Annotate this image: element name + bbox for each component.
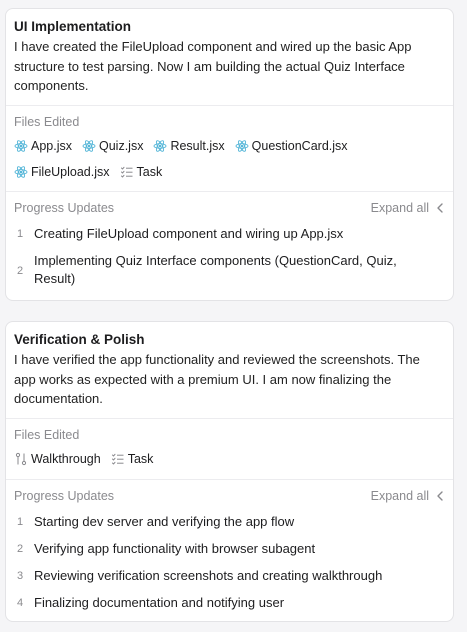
progress-steps: 1 Creating FileUpload component and wiri… <box>14 220 445 292</box>
progress-header: Progress Updates Expand all <box>14 488 445 504</box>
progress-updates-section: Progress Updates Expand all 1 Starting d… <box>6 479 453 616</box>
task-card-ui-implementation: UI Implementation I have created the Fil… <box>5 8 454 301</box>
file-name: Walkthrough <box>31 452 101 466</box>
file-chip-result-jsx[interactable]: Result.jsx <box>153 137 225 155</box>
file-chip-walkthrough[interactable]: Walkthrough <box>14 450 101 468</box>
file-chip-task[interactable]: Task <box>120 163 163 181</box>
chevron-left-icon <box>435 202 445 214</box>
card-description: I have created the FileUpload component … <box>14 39 412 93</box>
progress-steps: 1 Starting dev server and verifying the … <box>14 508 445 616</box>
file-chip-app-jsx[interactable]: App.jsx <box>14 137 72 155</box>
progress-step: 4 Finalizing documentation and notifying… <box>14 589 445 616</box>
progress-step: 2 Implementing Quiz Interface components… <box>14 247 445 292</box>
progress-header: Progress Updates Expand all <box>14 200 445 216</box>
files-edited-section: Files Edited Walkthrough Task <box>6 418 453 479</box>
step-text: Verifying app functionality with browser… <box>34 540 316 556</box>
expand-all-label: Expand all <box>370 489 429 503</box>
card-title: Verification & Polish <box>14 332 145 347</box>
expand-all-button[interactable]: Expand all <box>371 201 445 215</box>
step-number: 3 <box>17 569 24 582</box>
file-chip-questioncard-jsx[interactable]: QuestionCard.jsx <box>235 137 348 155</box>
card-title: UI Implementation <box>14 19 132 34</box>
file-name: Result.jsx <box>170 139 225 153</box>
file-list: Walkthrough Task <box>14 450 445 476</box>
progress-step: 2 Verifying app functionality with brows… <box>14 535 445 562</box>
chevron-left-icon <box>435 490 445 502</box>
file-name: App.jsx <box>31 139 72 153</box>
step-number: 2 <box>17 542 24 555</box>
step-number: 2 <box>17 264 24 277</box>
card-header: UI Implementation I have created the Fil… <box>6 9 453 105</box>
react-icon <box>14 139 28 153</box>
checklist-icon <box>111 452 125 466</box>
files-edited-label: Files Edited <box>14 428 80 442</box>
step-number: 1 <box>17 515 24 528</box>
file-chip-task[interactable]: Task <box>111 450 154 468</box>
files-edited-label: Files Edited <box>14 115 80 129</box>
file-name: Quiz.jsx <box>99 139 144 153</box>
checklist-icon <box>120 165 134 179</box>
file-chip-quiz-jsx[interactable]: Quiz.jsx <box>82 137 143 155</box>
step-text: Starting dev server and verifying the ap… <box>34 513 295 529</box>
expand-all-label: Expand all <box>370 201 429 215</box>
progress-updates-label: Progress Updates <box>14 201 115 215</box>
files-edited-section: Files Edited App.jsx Quiz.jsx Result.jsx <box>6 105 453 191</box>
file-list: App.jsx Quiz.jsx Result.jsx QuestionCard… <box>14 137 445 189</box>
expand-all-button[interactable]: Expand all <box>371 489 445 503</box>
file-chip-fileupload-jsx[interactable]: FileUpload.jsx <box>14 163 110 181</box>
file-name: Task <box>136 165 163 179</box>
file-name: Task <box>127 452 154 466</box>
react-icon <box>235 139 249 153</box>
file-name: FileUpload.jsx <box>31 165 110 179</box>
progress-updates-label: Progress Updates <box>14 489 115 503</box>
step-text: Reviewing verification screenshots and c… <box>34 567 383 583</box>
step-text: Creating FileUpload component and wiring… <box>34 225 344 241</box>
task-card-verification-polish: Verification & Polish I have verified th… <box>5 321 454 622</box>
progress-step: 3 Reviewing verification screenshots and… <box>14 562 445 589</box>
react-icon <box>153 139 167 153</box>
step-number: 1 <box>17 227 24 240</box>
card-header: Verification & Polish I have verified th… <box>6 322 453 418</box>
step-number: 4 <box>17 596 24 609</box>
file-name: QuestionCard.jsx <box>251 139 348 153</box>
progress-step: 1 Creating FileUpload component and wiri… <box>14 220 445 247</box>
walkthrough-icon <box>14 452 28 466</box>
step-text: Implementing Quiz Interface components (… <box>34 252 397 286</box>
step-text: Finalizing documentation and notifying u… <box>34 594 285 610</box>
card-description: I have verified the app functionality an… <box>14 352 420 406</box>
react-icon <box>14 165 28 179</box>
progress-updates-section: Progress Updates Expand all 1 Creating F… <box>6 191 453 292</box>
progress-step: 1 Starting dev server and verifying the … <box>14 508 445 535</box>
react-icon <box>82 139 96 153</box>
